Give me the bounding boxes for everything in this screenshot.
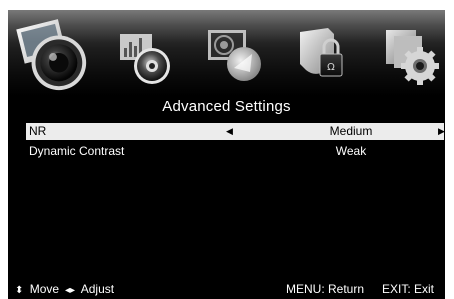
setting-label: NR — [29, 124, 47, 138]
arrow-right-icon[interactable]: ▶ — [438, 123, 445, 140]
move-hint: ⬍ Move — [15, 279, 59, 299]
page-title: Advanced Settings — [162, 98, 291, 115]
menu-return-hint: MENU: Return — [286, 282, 365, 296]
channel-icon[interactable] — [204, 24, 266, 86]
setting-row-dynamic-contrast[interactable]: Dynamic Contrast Weak — [26, 143, 444, 160]
svg-text:Ω: Ω — [327, 62, 335, 73]
adjust-hint: ◂▸ Adjust — [65, 279, 114, 299]
setting-value: Medium — [329, 124, 373, 138]
adjust-label: Adjust — [80, 282, 115, 296]
left-right-arrows-icon: ◂▸ — [65, 285, 76, 296]
up-down-arrows-icon: ⬍ — [15, 285, 24, 296]
menu-icon-bar: Ω — [8, 10, 445, 96]
setup-icon[interactable] — [380, 24, 442, 86]
exit-hint: EXIT: Exit — [382, 282, 435, 296]
lock-icon[interactable]: Ω — [294, 24, 352, 86]
move-label: Move — [29, 282, 60, 296]
picture-icon[interactable] — [14, 16, 92, 94]
tv-osd-screen: Ω Advanced Settings NR ◀ Medium ▶ Dynami… — [8, 10, 445, 299]
setting-row-nr[interactable]: NR ◀ Medium ▶ — [26, 123, 445, 140]
sound-icon[interactable] — [116, 28, 176, 88]
setting-label: Dynamic Contrast — [29, 144, 125, 158]
setting-value: Weak — [335, 144, 367, 158]
footer-hints: ⬍ Move ◂▸ Adjust MENU: Return EXIT: Exit — [8, 279, 445, 299]
